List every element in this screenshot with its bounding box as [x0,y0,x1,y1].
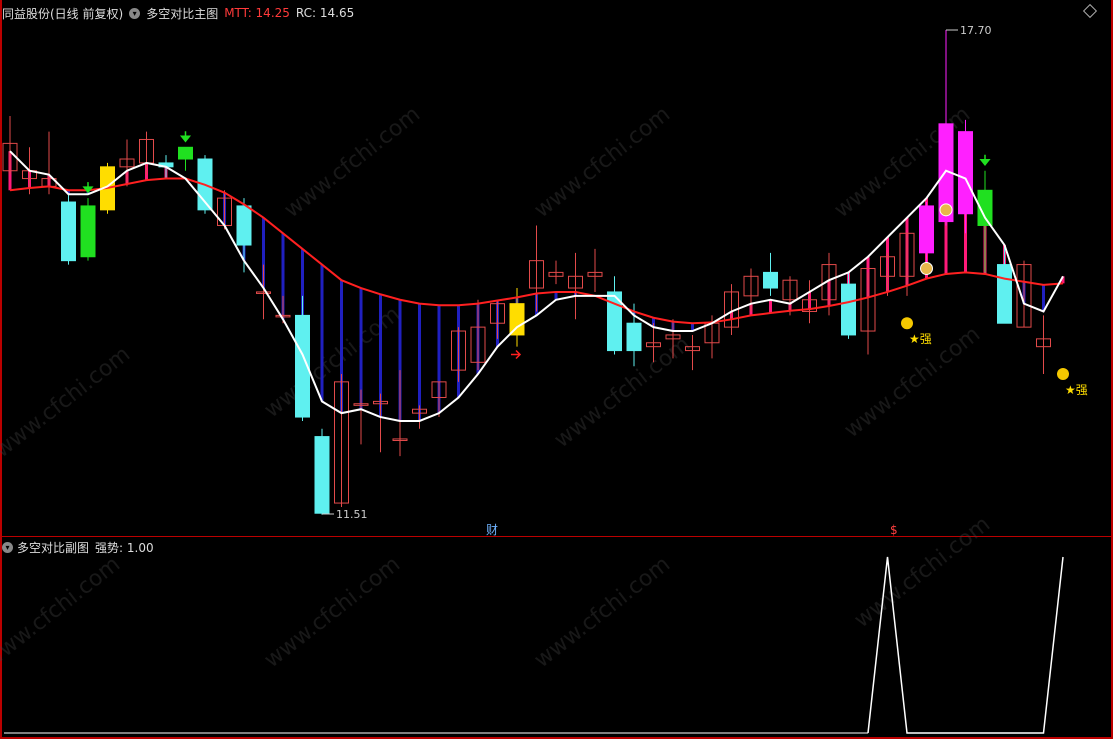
price-chart[interactable]: 17.70 11.51 ★强 ★强财 $ [0,0,1113,739]
candle-body [997,264,1012,324]
candle-body [178,146,193,160]
candle-body [236,205,252,246]
smiley-icon [901,317,913,330]
candle-body [509,303,525,336]
strength-line [867,556,1064,734]
money-bag-icon [920,261,933,275]
strong-label: ★强 [909,332,932,346]
candle-body [61,201,76,262]
dollar-marker: $ [890,523,898,537]
candle-body [841,283,856,336]
candle-body [919,205,934,254]
candle-body [958,131,973,215]
candle-body [626,322,642,352]
strong-label: ★强 [1065,383,1088,397]
finance-marker: 财 [486,523,498,537]
low-price-label: 11.51 [336,508,368,521]
down-arrow-icon [979,154,991,166]
candle-body [763,271,778,289]
smiley-icon [1057,368,1069,381]
money-bag-icon [939,203,953,217]
high-price-label: 17.70 [960,24,992,37]
candle-body [80,205,96,258]
red-arrow-icon [511,349,522,360]
down-arrow-icon [179,131,192,143]
candle-body [314,436,330,514]
